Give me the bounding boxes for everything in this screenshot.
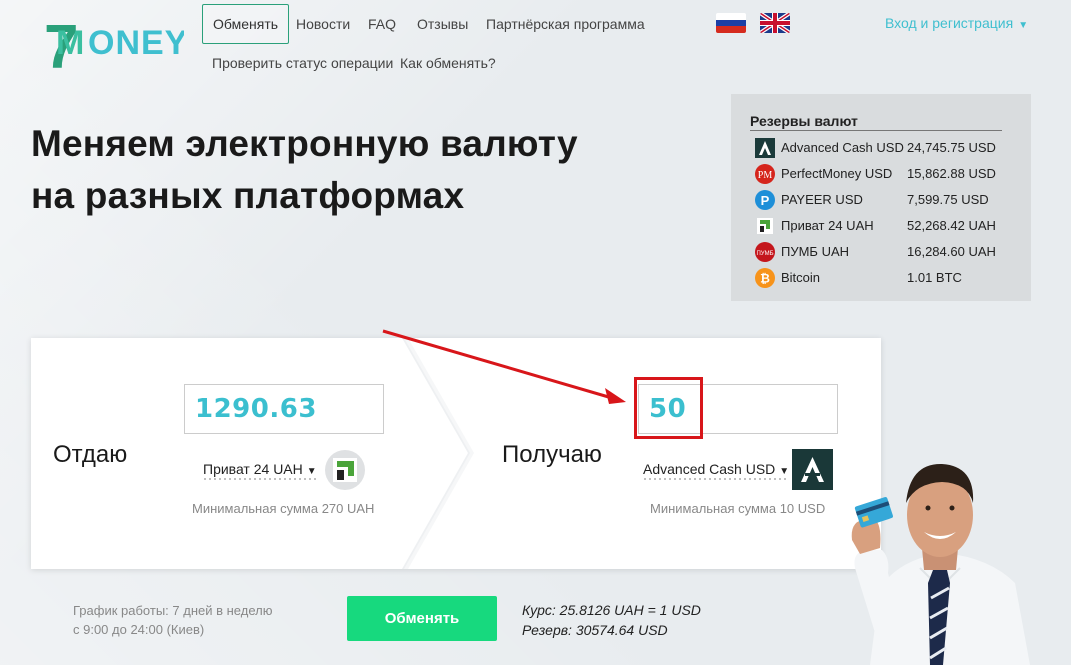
svg-text:ONEY: ONEY (88, 24, 184, 62)
get-min-amount: Минимальная сумма 10 USD (650, 501, 826, 516)
svg-text:PM: PM (758, 170, 773, 181)
login-register-link[interactable]: Вход и регистрация ▼ (885, 15, 1028, 31)
svg-text:ПУМБ: ПУМБ (756, 251, 773, 257)
reserve-amount: 7,599.75 USD (907, 192, 989, 207)
caret-down-icon: ▼ (306, 466, 317, 477)
work-schedule: График работы: 7 дней в неделю с 9:00 до… (73, 601, 272, 639)
give-min-amount: Минимальная сумма 270 UAH (192, 501, 375, 516)
reserve-name: ПУМБ UAH (781, 244, 850, 259)
nav-check-status[interactable]: Проверить статус операции (212, 55, 393, 71)
nav-how-to[interactable]: Как обменять? (400, 55, 496, 71)
businessman-illustration (851, 463, 1030, 665)
bitcoin-icon: ₿ (755, 268, 775, 288)
hero-line-2: на разных платформах (31, 175, 465, 216)
reserve-name: PAYEER USD (781, 192, 863, 207)
payeer-icon: P (755, 190, 775, 210)
reserve-name: Advanced Cash USD (781, 140, 904, 155)
privat24-icon (325, 450, 365, 490)
hero-title: Меняем электронную валюту на разных плат… (31, 118, 578, 222)
get-currency-select[interactable]: Advanced Cash USD ▼ (643, 461, 790, 481)
7money-logo[interactable]: 7 M ONEY (44, 8, 184, 78)
reserve-amount: 1.01 BTC (907, 270, 962, 285)
highlight-box (634, 377, 703, 439)
exchange-rate: Курс: 25.8126 UAH = 1 USD (522, 602, 701, 618)
red-arrow-annotation (382, 329, 626, 404)
advcash-icon (755, 138, 775, 158)
reserve-amount: 24,745.75 USD (907, 140, 996, 155)
perfectmoney-icon: PM (755, 164, 775, 184)
svg-text:M: M (56, 24, 85, 62)
reserve-amount: 15,862.88 USD (907, 166, 996, 181)
reserve-name: Приват 24 UAH (781, 218, 874, 233)
reserve-amount: 52,268.42 UAH (907, 218, 996, 233)
reserve-amount: 16,284.60 UAH (907, 244, 996, 259)
nav-faq[interactable]: FAQ (368, 16, 396, 32)
give-label: Отдаю (53, 441, 128, 468)
advcash-icon (792, 449, 833, 490)
hero-line-1: Меняем электронную валюту (31, 123, 578, 164)
get-currency-label: Advanced Cash USD (643, 461, 776, 477)
svg-text:P: P (761, 193, 770, 208)
exchange-button[interactable]: Обменять (347, 596, 497, 641)
give-currency-select[interactable]: Приват 24 UAH ▼ (203, 461, 317, 481)
get-label: Получаю (502, 441, 602, 468)
privat24-icon (757, 218, 773, 234)
login-label: Вход и регистрация (885, 15, 1014, 31)
nav-partner[interactable]: Партнёрская программа (486, 16, 645, 32)
svg-text:₿: ₿ (760, 272, 770, 286)
reserves-panel: Резервы валют Advanced Cash USD 24,745.7… (731, 94, 1031, 301)
give-amount-input[interactable]: 1290.63 (184, 384, 384, 434)
caret-down-icon: ▼ (779, 466, 790, 477)
schedule-line-2: с 9:00 до 24:00 (Киев) (73, 622, 205, 637)
nav-news[interactable]: Новости (296, 16, 350, 32)
nav-exchange[interactable]: Обменять (202, 4, 290, 44)
reserve-info: Резерв: 30574.64 USD (522, 622, 668, 638)
give-currency-label: Приват 24 UAH (203, 461, 303, 477)
pumb-icon: ПУМБ (755, 242, 775, 262)
uk-flag-icon[interactable] (760, 13, 790, 33)
russia-flag-icon[interactable] (716, 13, 746, 33)
reserve-name: PerfectMoney USD (781, 166, 893, 181)
caret-down-icon: ▼ (1018, 20, 1029, 31)
reserve-name: Bitcoin (781, 270, 821, 285)
schedule-line-1: График работы: 7 дней в неделю (73, 603, 273, 618)
rate-info: Курс: 25.8126 UAH = 1 USD Резерв: 30574.… (522, 600, 701, 640)
nav-reviews[interactable]: Отзывы (417, 16, 468, 32)
reserves-title: Резервы валют (750, 113, 1002, 131)
